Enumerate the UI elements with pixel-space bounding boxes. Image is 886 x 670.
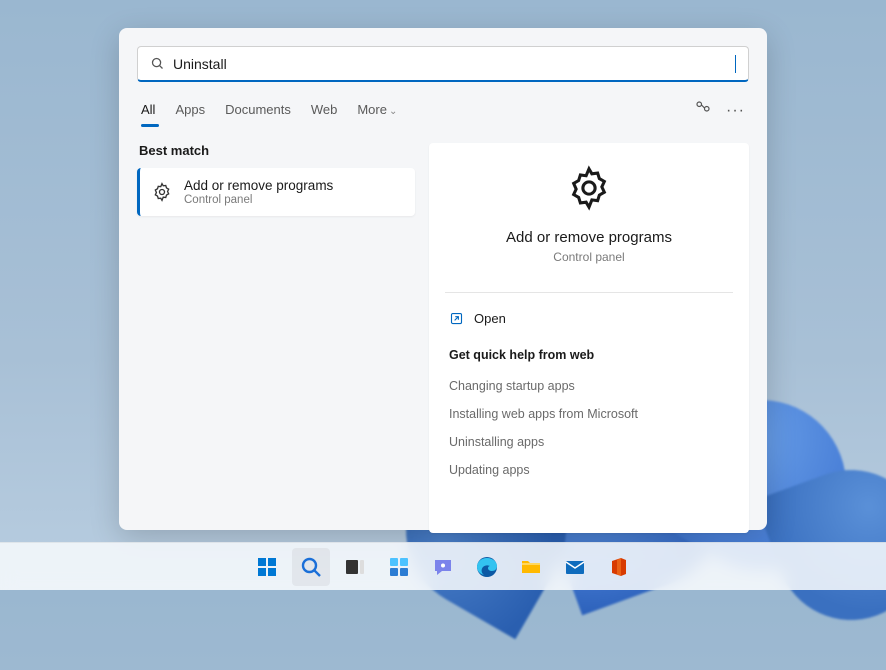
gear-icon	[152, 182, 172, 202]
best-match-label: Best match	[137, 143, 415, 158]
search-query-text[interactable]: Uninstall	[173, 56, 733, 72]
quick-link-startup-apps[interactable]: Changing startup apps	[449, 372, 729, 400]
quick-link-installing-web-apps[interactable]: Installing web apps from Microsoft	[449, 400, 729, 428]
search-icon	[299, 555, 323, 579]
detail-subtitle: Control panel	[449, 250, 729, 264]
result-detail-pane: Add or remove programs Control panel Ope…	[429, 143, 749, 533]
edge-icon	[475, 555, 499, 579]
windows-logo-icon	[255, 555, 279, 579]
tab-documents[interactable]: Documents	[225, 96, 291, 125]
taskbar-office-button[interactable]	[600, 548, 638, 586]
taskbar-widgets-button[interactable]	[380, 548, 418, 586]
best-match-result[interactable]: Add or remove programs Control panel	[137, 168, 415, 216]
quick-link-updating-apps[interactable]: Updating apps	[449, 456, 729, 484]
chat-icon	[431, 555, 455, 579]
quick-link-uninstalling-apps[interactable]: Uninstalling apps	[449, 428, 729, 456]
result-subtitle: Control panel	[184, 194, 333, 206]
detail-title: Add or remove programs	[449, 229, 729, 246]
text-cursor	[735, 55, 736, 73]
separator	[445, 292, 733, 293]
tab-web[interactable]: Web	[311, 96, 338, 125]
folder-icon	[519, 555, 543, 579]
open-label: Open	[474, 311, 506, 326]
mail-icon	[563, 555, 587, 579]
task-view-icon	[343, 555, 367, 579]
taskbar	[0, 542, 886, 590]
quick-help-label: Get quick help from web	[449, 348, 729, 362]
search-results-panel: Uninstall All Apps Documents Web More⌄ ·…	[119, 28, 767, 530]
widgets-icon	[387, 555, 411, 579]
open-external-icon	[449, 311, 464, 326]
taskbar-search-button[interactable]	[292, 548, 330, 586]
tab-all[interactable]: All	[141, 96, 155, 125]
taskbar-mail-button[interactable]	[556, 548, 594, 586]
taskbar-chat-button[interactable]	[424, 548, 462, 586]
tab-more-label: More	[357, 102, 387, 117]
open-action[interactable]: Open	[449, 307, 729, 330]
result-title: Add or remove programs	[184, 178, 333, 193]
filter-tabs-row: All Apps Documents Web More⌄ ···	[137, 96, 749, 125]
results-left-column: Best match Add or remove programs Contro…	[137, 143, 415, 533]
search-input-box[interactable]: Uninstall	[137, 46, 749, 82]
overflow-menu-icon[interactable]: ···	[726, 106, 745, 116]
gear-icon	[566, 165, 612, 211]
tab-apps[interactable]: Apps	[175, 96, 205, 125]
office-icon	[607, 555, 631, 579]
tab-more[interactable]: More⌄	[357, 96, 397, 125]
search-icon	[150, 56, 165, 71]
taskbar-edge-button[interactable]	[468, 548, 506, 586]
taskbar-file-explorer-button[interactable]	[512, 548, 550, 586]
taskbar-start-button[interactable]	[248, 548, 286, 586]
chevron-down-icon: ⌄	[389, 106, 397, 117]
taskbar-task-view-button[interactable]	[336, 548, 374, 586]
chat-share-icon[interactable]	[694, 99, 712, 122]
